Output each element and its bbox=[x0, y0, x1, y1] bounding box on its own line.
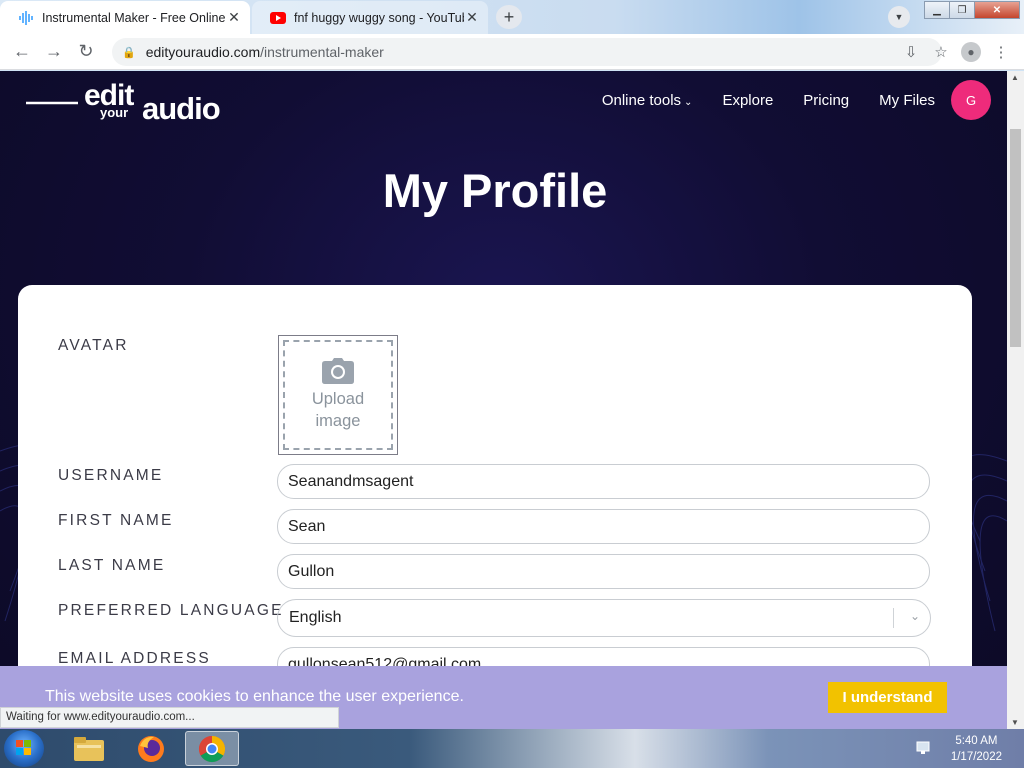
language-select[interactable]: English ⌄ bbox=[277, 599, 931, 637]
username-label: USERNAME bbox=[58, 467, 164, 484]
close-tab-icon[interactable]: ✕ bbox=[464, 9, 480, 26]
preferred-language-label: PREFERRED LANGUAGE bbox=[58, 602, 284, 619]
avatar-upload-box[interactable]: Upload image bbox=[278, 335, 398, 455]
back-arrow-icon[interactable]: ← bbox=[6, 36, 38, 68]
username-input[interactable]: Seanandmsagent bbox=[277, 464, 930, 499]
last-name-input[interactable]: Gullon bbox=[277, 554, 930, 589]
file-explorer-taskbar-icon[interactable] bbox=[62, 731, 116, 766]
close-tab-icon[interactable]: ✕ bbox=[226, 9, 242, 26]
scroll-thumb[interactable] bbox=[1010, 129, 1021, 347]
page-title: My Profile bbox=[382, 164, 608, 217]
first-name-label: FIRST NAME bbox=[58, 512, 174, 529]
page-viewport: edit your audio Online tools ⌄ Explore Pr… bbox=[0, 71, 1007, 729]
clock-time: 5:40 AM bbox=[955, 735, 998, 747]
network-tray-icon[interactable] bbox=[915, 740, 931, 756]
last-name-label: LAST NAME bbox=[58, 557, 166, 574]
restore-button[interactable]: ❐ bbox=[949, 1, 975, 19]
avatar-label: AVATAR bbox=[58, 337, 129, 354]
upload-text-line1: Upload bbox=[311, 390, 365, 408]
language-select-value: English bbox=[289, 609, 342, 626]
scroll-up-icon[interactable]: ▲ bbox=[1011, 73, 1019, 82]
first-name-input[interactable]: Sean bbox=[277, 509, 930, 544]
tab-search-icon[interactable]: ▼ bbox=[888, 6, 910, 28]
site-header: edit your audio Online tools ⌄ Explore Pr… bbox=[0, 71, 1007, 131]
browser-toolbar: ← → ↻ 🔒 edityouraudio.com/instrumental-m… bbox=[0, 34, 1024, 70]
close-window-button[interactable]: ✕ bbox=[974, 1, 1020, 19]
chevron-down-icon: ⌄ bbox=[684, 96, 693, 108]
avatar-dropzone[interactable]: Upload image bbox=[283, 340, 393, 450]
taskbar-clock[interactable]: 5:40 AM 1/17/2022 bbox=[951, 733, 1002, 765]
upload-image-text: Upload image bbox=[312, 388, 364, 432]
tab-title: fnf huggy wuggy song - YouTube bbox=[294, 10, 464, 25]
edityouraudio-favicon-icon bbox=[18, 10, 34, 26]
install-app-icon[interactable]: ⇩ bbox=[896, 38, 926, 66]
waveform-logo-icon bbox=[26, 77, 78, 127]
reload-icon[interactable]: ↻ bbox=[70, 36, 102, 68]
youtube-favicon-icon bbox=[270, 10, 286, 26]
profile-icon[interactable]: ● bbox=[956, 38, 986, 66]
logo-wordmark: edit your audio bbox=[84, 75, 234, 129]
user-avatar[interactable]: G bbox=[951, 80, 991, 120]
windows-start-button[interactable] bbox=[4, 730, 44, 767]
nav-online-tools-label: Online tools bbox=[601, 91, 682, 109]
forward-arrow-icon[interactable]: → bbox=[38, 36, 70, 68]
url-domain: edityouraudio.com bbox=[145, 44, 261, 60]
windows-taskbar: 5:40 AM 1/17/2022 bbox=[0, 729, 1024, 768]
page-scrollbar[interactable]: ▲ ▼ bbox=[1007, 71, 1024, 729]
tab-title: Instrumental Maker - Free Online bbox=[42, 10, 226, 25]
upload-text-line2: image bbox=[315, 412, 361, 430]
windows-logo-icon bbox=[16, 740, 31, 755]
chrome-taskbar-icon[interactable] bbox=[185, 731, 239, 766]
minimize-button[interactable]: ▁ bbox=[924, 1, 950, 19]
edityouraudio-logo[interactable]: edit your audio bbox=[26, 75, 234, 129]
main-nav: Online tools ⌄ Explore Pricing My Files G bbox=[572, 79, 991, 121]
logo-your-text: your bbox=[100, 105, 129, 120]
select-divider bbox=[893, 608, 894, 628]
cookie-message: This website uses cookies to enhance the… bbox=[45, 688, 464, 705]
cookie-accept-button[interactable]: I understand bbox=[828, 682, 947, 713]
url-path: /instrumental-maker bbox=[260, 44, 384, 60]
tab-instrumental-maker[interactable]: Instrumental Maker - Free Online ✕ bbox=[0, 1, 250, 34]
browser-status-bar: Waiting for www.edityouraudio.com... bbox=[0, 707, 339, 728]
nav-my-files[interactable]: My Files bbox=[879, 92, 935, 109]
tab-youtube[interactable]: fnf huggy wuggy song - YouTube ✕ bbox=[252, 1, 488, 34]
chevron-down-icon[interactable]: ⌄ bbox=[910, 609, 920, 623]
menu-kebab-icon[interactable]: ⋮ bbox=[986, 38, 1016, 66]
bookmark-star-icon[interactable]: ☆ bbox=[926, 38, 956, 66]
firefox-taskbar-icon[interactable] bbox=[124, 731, 178, 766]
nav-online-tools[interactable]: Online tools ⌄ bbox=[602, 92, 693, 109]
profile-form-card: AVATAR Upload image USERNAME Seanandmsage… bbox=[18, 285, 972, 729]
nav-explore[interactable]: Explore bbox=[722, 92, 773, 109]
new-tab-button[interactable]: + bbox=[496, 5, 522, 29]
nav-pricing[interactable]: Pricing bbox=[803, 92, 849, 109]
lock-icon: 🔒 bbox=[122, 46, 136, 59]
toolbar-actions: ⇩ ☆ ● ⋮ bbox=[896, 38, 1016, 66]
address-bar[interactable]: 🔒 edityouraudio.com/instrumental-maker bbox=[112, 38, 942, 66]
clock-date: 1/17/2022 bbox=[950, 751, 1002, 763]
camera-icon bbox=[322, 358, 354, 384]
logo-audio-text: audio bbox=[142, 91, 221, 126]
scroll-down-icon[interactable]: ▼ bbox=[1011, 718, 1019, 727]
browser-tab-strip: Instrumental Maker - Free Online ✕ fnf h… bbox=[0, 0, 1024, 34]
window-controls: ▁ ❐ ✕ bbox=[924, 1, 1020, 19]
